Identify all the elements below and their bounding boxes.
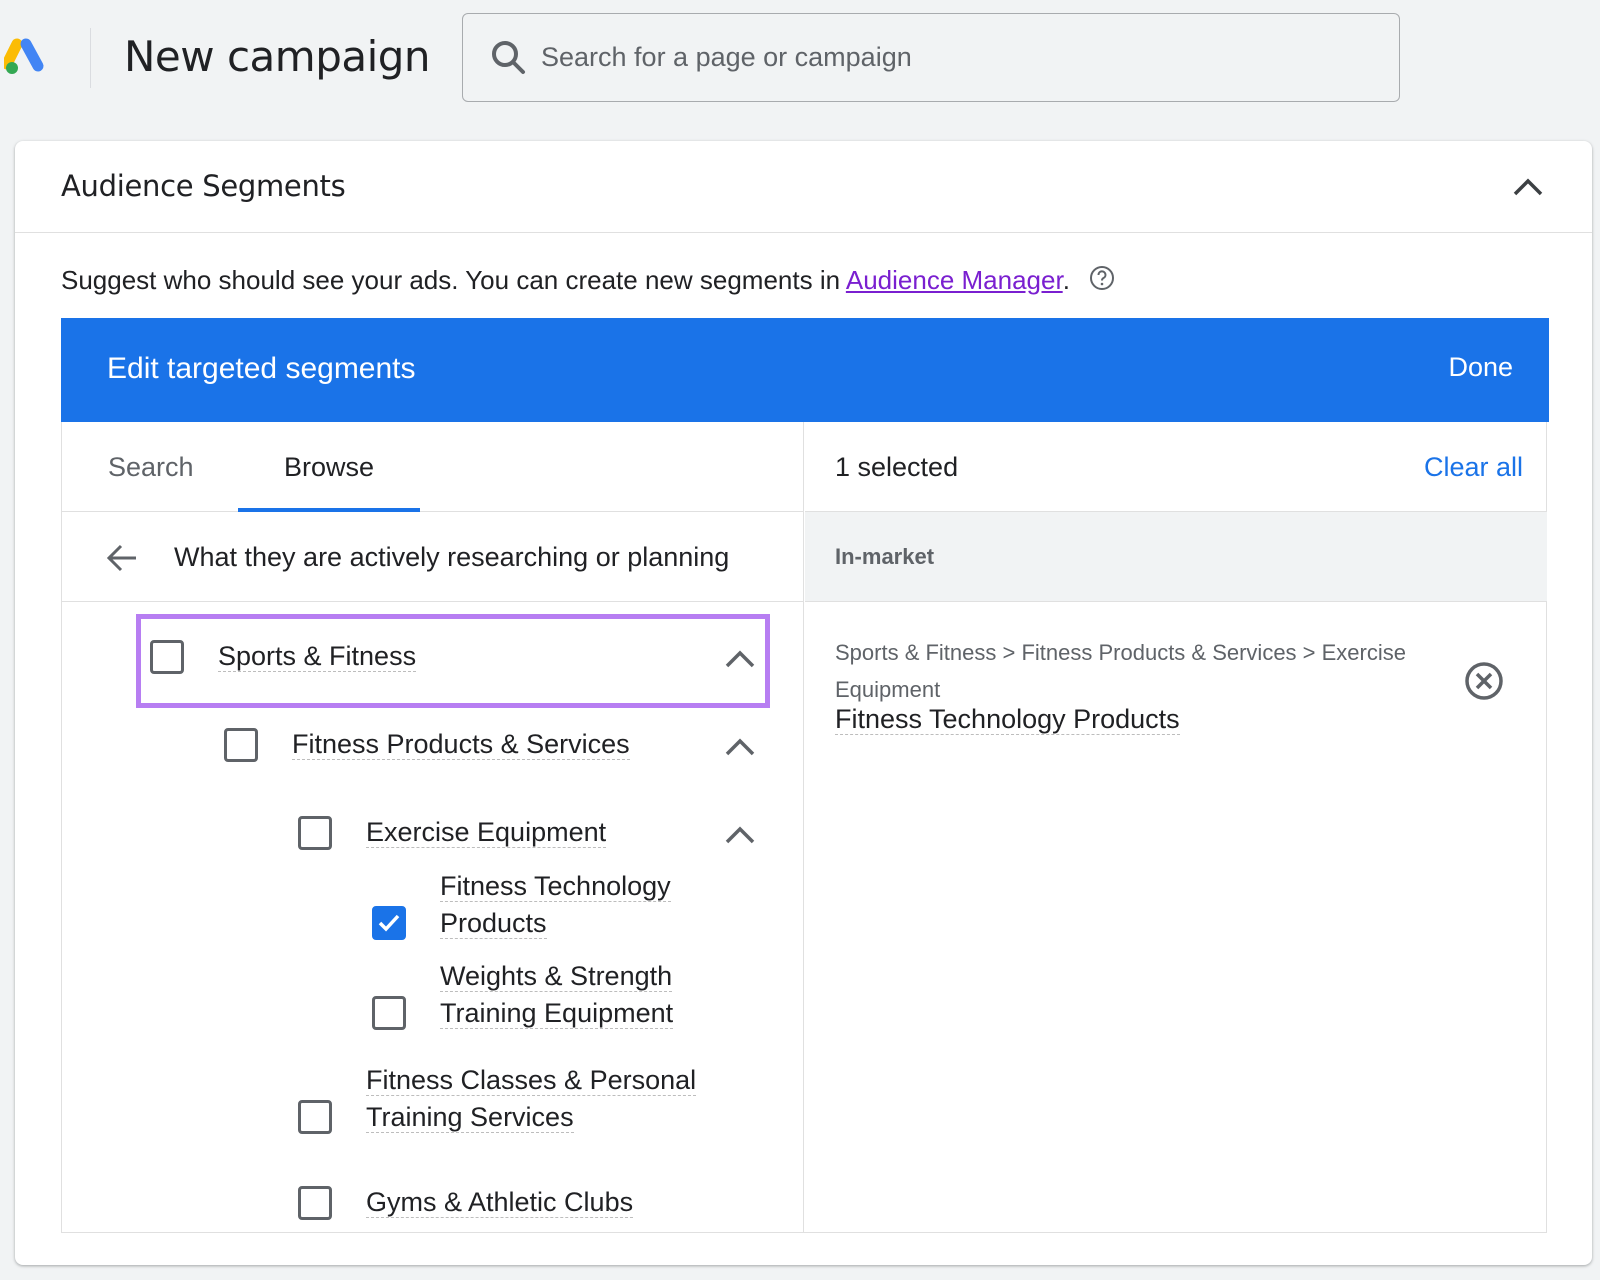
checkbox[interactable] xyxy=(150,640,184,674)
tree-item-fitness-technology-products[interactable]: Fitness Technology Products xyxy=(372,868,671,942)
tree-item-exercise-equipment[interactable]: Exercise Equipment xyxy=(298,814,607,851)
checkbox[interactable] xyxy=(298,1186,332,1220)
selected-header: 1 selected Clear all xyxy=(805,422,1547,512)
chevron-up-icon[interactable] xyxy=(722,728,758,764)
breadcrumb-label: What they are actively researching or pl… xyxy=(174,542,730,572)
page-title: New campaign xyxy=(124,32,431,81)
section-description: Suggest who should see your ads. You can… xyxy=(61,265,1115,296)
tree-item-label[interactable]: Weights & Strength Training Equipment xyxy=(440,958,674,1032)
selected-panel: 1 selected Clear all In-market Sports & … xyxy=(805,422,1547,1233)
tree-item-label[interactable]: Exercise Equipment xyxy=(366,814,607,851)
google-ads-logo xyxy=(4,38,44,74)
description-text: Suggest who should see your ads. You can… xyxy=(61,265,846,295)
audience-segments-card: Audience Segments Suggest who should see… xyxy=(15,141,1592,1265)
clear-all-button[interactable]: Clear all xyxy=(1424,452,1523,483)
tree-item-fitness-classes-personal-training[interactable]: Fitness Classes & Personal Training Serv… xyxy=(298,1062,697,1136)
card-header[interactable]: Audience Segments xyxy=(15,141,1592,233)
done-button[interactable]: Done xyxy=(1448,352,1513,383)
checkmark-icon xyxy=(378,914,400,932)
checkbox[interactable] xyxy=(298,1100,332,1134)
selected-count: 1 selected xyxy=(835,452,959,482)
description-suffix: . xyxy=(1062,265,1070,295)
tab-browse[interactable]: Browse xyxy=(284,452,374,483)
browse-panel: Search Browse What they are actively res… xyxy=(62,422,804,1233)
checkbox[interactable] xyxy=(372,996,406,1030)
breadcrumb[interactable]: What they are actively researching or pl… xyxy=(62,512,803,602)
tree-item-label[interactable]: Fitness Products & Services xyxy=(292,726,630,763)
editor-title: Edit targeted segments xyxy=(107,352,416,385)
chevron-up-icon[interactable] xyxy=(722,816,758,852)
search-input[interactable] xyxy=(541,42,1341,73)
tree-item-fitness-products-services[interactable]: Fitness Products & Services xyxy=(224,728,630,763)
tree-item-label[interactable]: Fitness Technology Products xyxy=(440,868,671,942)
checkbox[interactable] xyxy=(224,728,258,762)
tab-bar: Search Browse xyxy=(62,422,803,512)
chevron-up-icon[interactable] xyxy=(1508,167,1548,207)
search-icon xyxy=(492,40,525,74)
chevron-up-icon[interactable] xyxy=(722,640,758,676)
header-divider xyxy=(90,28,91,88)
selected-item-path: Sports & Fitness > Fitness Products & Se… xyxy=(835,640,1406,702)
checkbox[interactable] xyxy=(298,816,332,850)
arrow-left-icon[interactable] xyxy=(104,540,140,576)
tab-search[interactable]: Search xyxy=(108,452,194,483)
editor-header: Edit targeted segments Done xyxy=(61,318,1549,422)
tree-item-label[interactable]: Fitness Classes & Personal Training Serv… xyxy=(366,1062,697,1136)
tree-item-label[interactable]: Sports & Fitness xyxy=(218,638,417,675)
audience-manager-link[interactable]: Audience Manager xyxy=(846,265,1063,295)
segment-editor: Edit targeted segments Done Search Brows… xyxy=(61,318,1549,1233)
tree-item-label[interactable]: Gyms & Athletic Clubs xyxy=(366,1184,634,1221)
selected-item-name: Fitness Technology Products xyxy=(835,704,1180,735)
tree-item-gyms-athletic-clubs[interactable]: Gyms & Athletic Clubs xyxy=(298,1184,634,1221)
search-field[interactable] xyxy=(462,13,1400,102)
group-label: In-market xyxy=(835,544,935,569)
remove-circle-icon[interactable] xyxy=(1463,660,1505,702)
selected-group-header: In-market xyxy=(805,512,1547,602)
help-icon[interactable] xyxy=(1089,265,1115,291)
tree-item-weights-strength-training[interactable]: Weights & Strength Training Equipment xyxy=(372,958,674,1032)
checkbox-checked[interactable] xyxy=(372,906,406,940)
section-title: Audience Segments xyxy=(61,169,346,203)
tree-item-sports-fitness[interactable]: Sports & Fitness xyxy=(150,638,417,675)
